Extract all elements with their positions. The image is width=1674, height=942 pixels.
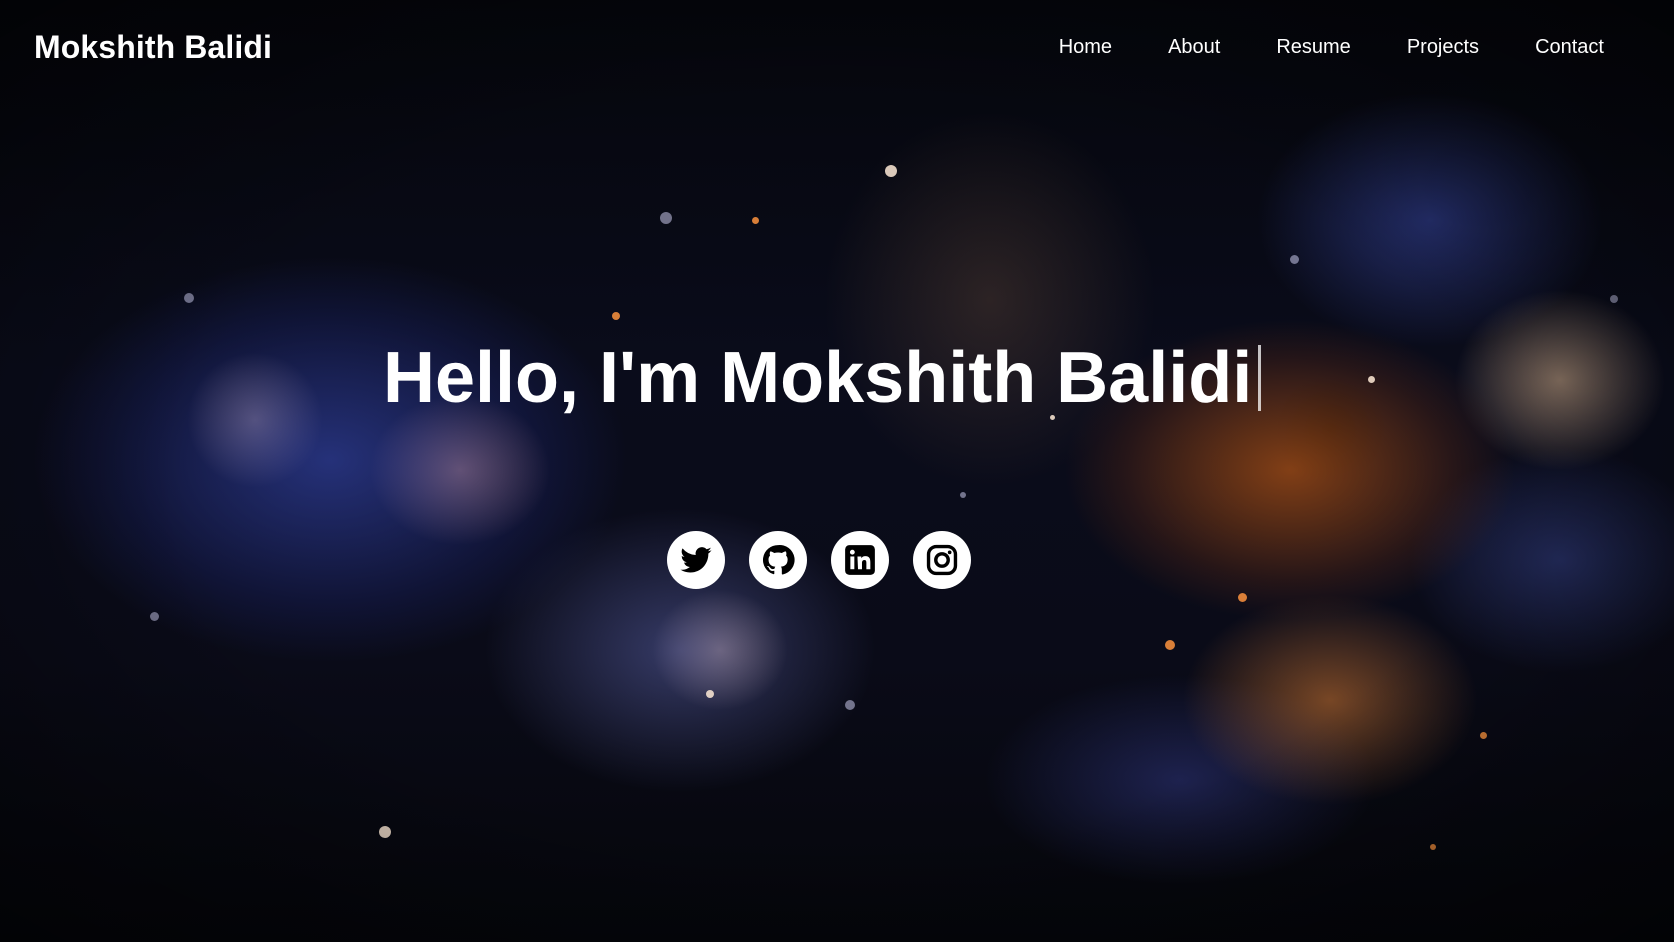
nav-links: Home About Resume Projects Contact bbox=[1031, 36, 1604, 59]
twitter-link[interactable] bbox=[667, 531, 725, 589]
brand-logo-link[interactable]: Mokshith Balidi bbox=[34, 29, 272, 66]
social-links bbox=[667, 531, 971, 589]
nav-link-about[interactable]: About bbox=[1140, 36, 1248, 59]
github-icon bbox=[761, 543, 795, 577]
nav-link-projects[interactable]: Projects bbox=[1379, 36, 1507, 59]
typing-cursor bbox=[1258, 345, 1262, 411]
nav-link-resume[interactable]: Resume bbox=[1248, 36, 1378, 59]
nav-link-home[interactable]: Home bbox=[1031, 36, 1140, 59]
linkedin-link[interactable] bbox=[831, 531, 889, 589]
nav-link-contact[interactable]: Contact bbox=[1507, 36, 1604, 59]
hero-headline-text: Hello, I'm Mokshith Balidi bbox=[383, 338, 1253, 418]
hero-headline: Hello, I'm Mokshith Balidi bbox=[383, 337, 1262, 419]
hero-section: Mokshith Balidi Home About Resume Projec… bbox=[0, 0, 1674, 942]
instagram-link[interactable] bbox=[913, 531, 971, 589]
instagram-icon bbox=[925, 543, 959, 577]
navbar: Mokshith Balidi Home About Resume Projec… bbox=[0, 0, 1674, 94]
github-link[interactable] bbox=[749, 531, 807, 589]
linkedin-icon bbox=[843, 543, 877, 577]
twitter-icon bbox=[679, 543, 713, 577]
